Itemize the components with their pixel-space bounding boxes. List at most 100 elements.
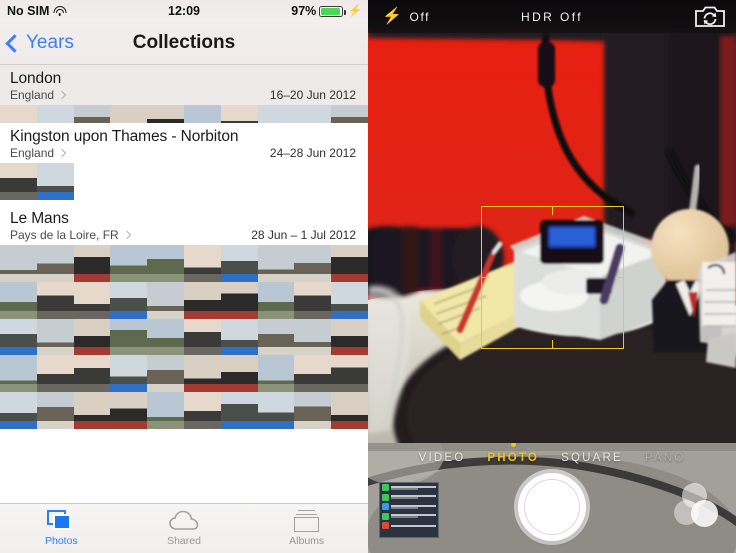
mode-photo[interactable]: PHOTO <box>487 443 540 464</box>
photo-thumbnail[interactable] <box>294 105 332 123</box>
photo-thumbnail[interactable] <box>110 281 148 319</box>
photo-thumbnail[interactable] <box>0 355 37 393</box>
photo-thumbnail[interactable] <box>0 392 37 429</box>
photo-thumbnail[interactable] <box>73 392 111 429</box>
photo-thumbnail[interactable] <box>110 318 148 356</box>
collection-subheader: England 24–28 Jun 2012 <box>10 146 358 160</box>
photo-thumbnail[interactable] <box>294 245 332 282</box>
collection-header-kingston[interactable]: Kingston upon Thames - Norbiton England … <box>0 123 368 163</box>
photo-thumbnail[interactable] <box>147 392 184 429</box>
photo-thumbnail[interactable] <box>73 318 111 356</box>
photo-thumbnail[interactable] <box>294 318 332 356</box>
capture-mode-selector[interactable]: VIDEO PHOTO SQUARE PANO <box>368 443 736 464</box>
photo-thumbnail[interactable] <box>331 318 368 356</box>
photo-thumbnail[interactable] <box>331 245 368 282</box>
photo-thumbnail[interactable] <box>331 281 368 319</box>
photo-thumbnail[interactable] <box>220 105 258 123</box>
photo-thumbnail[interactable] <box>257 281 295 319</box>
photo-thumbnail[interactable] <box>73 355 111 393</box>
photo-thumbnail[interactable] <box>110 355 148 393</box>
photo-thumbnail[interactable] <box>147 355 184 393</box>
tab-photos[interactable]: Photos <box>0 504 123 553</box>
photo-thumbnail[interactable] <box>220 318 258 356</box>
photo-thumbnail[interactable] <box>110 245 148 282</box>
hdr-toggle[interactable]: HDR Off <box>368 10 736 24</box>
page-title: Collections <box>132 32 236 53</box>
photo-thumbnail[interactable] <box>183 318 221 356</box>
photo-thumbnail[interactable] <box>220 392 258 429</box>
photo-thumbnail[interactable] <box>331 105 368 123</box>
photos-app-screen: No SIM 12:09 97% ⚡ Years Collections Lon… <box>0 0 368 553</box>
collection-location[interactable]: England <box>10 146 67 160</box>
photo-thumbnail[interactable] <box>36 392 74 429</box>
photo-thumbnail[interactable] <box>331 355 368 393</box>
mode-video[interactable]: VIDEO <box>419 452 466 464</box>
photos-stack-icon <box>47 510 75 532</box>
filters-circles-icon[interactable] <box>674 483 722 527</box>
photo-thumbnail[interactable] <box>147 318 184 356</box>
photo-thumbnail[interactable] <box>220 281 258 319</box>
collection-header-london[interactable]: London England 16–20 Jun 2012 <box>0 65 368 105</box>
photo-thumbnail[interactable] <box>36 245 74 282</box>
collection-location[interactable]: Pays de la Loire, FR <box>10 228 131 242</box>
albums-icon <box>293 510 320 532</box>
mode-photo-label: PHOTO <box>487 452 540 464</box>
photo-thumbnail[interactable] <box>73 105 111 123</box>
collections-scroll-area[interactable]: London England 16–20 Jun 2012 Kingston u… <box>0 65 368 505</box>
photo-thumbnail[interactable] <box>257 392 295 429</box>
tab-albums[interactable]: Albums <box>245 504 368 553</box>
photo-thumbnail[interactable] <box>0 163 37 200</box>
camera-app-screen: ⚡ Off HDR Off VIDEO PHOTO SQUARE PANO <box>368 0 736 553</box>
photo-thumbnail[interactable] <box>294 355 332 393</box>
collection-header-lemans[interactable]: Le Mans Pays de la Loire, FR 28 Jun – 1 … <box>0 205 368 245</box>
photo-thumbnail[interactable] <box>183 281 221 319</box>
photo-thumbnail[interactable] <box>183 245 221 282</box>
cloud-icon <box>169 510 199 532</box>
photo-thumbnail[interactable] <box>183 392 221 429</box>
photo-thumbnail[interactable] <box>110 105 148 123</box>
photo-thumbnail[interactable] <box>257 318 295 356</box>
photo-thumbnail[interactable] <box>0 281 37 319</box>
photo-thumbnail[interactable] <box>36 281 74 319</box>
photo-thumbnail[interactable] <box>220 245 258 282</box>
photo-thumbnail[interactable] <box>294 281 332 319</box>
photo-thumbnail[interactable] <box>331 392 368 429</box>
photo-thumbnail[interactable] <box>36 163 74 200</box>
photo-thumbnail[interactable] <box>183 355 221 393</box>
photo-thumbnail[interactable] <box>36 105 74 123</box>
photo-thumbnail[interactable] <box>0 318 37 356</box>
photo-thumbnail[interactable] <box>257 355 295 393</box>
photo-thumbnail[interactable] <box>0 245 37 282</box>
collection-title: Kingston upon Thames - Norbiton <box>10 128 239 145</box>
tab-shared[interactable]: Shared <box>123 504 246 553</box>
photo-thumbnail[interactable] <box>110 392 148 429</box>
photo-thumbnail[interactable] <box>73 281 111 319</box>
photo-thumbnail[interactable] <box>257 245 295 282</box>
photo-thumbnail[interactable] <box>183 105 221 123</box>
photo-thumbnail[interactable] <box>0 105 37 123</box>
photo-thumbnail[interactable] <box>147 105 184 123</box>
camera-flip-icon[interactable] <box>694 5 726 29</box>
photo-thumbnail[interactable] <box>73 245 111 282</box>
mode-square[interactable]: SQUARE <box>561 452 623 464</box>
collection-title: Le Mans <box>10 210 69 227</box>
camera-bottom-bar: VIDEO PHOTO SQUARE PANO <box>368 443 736 553</box>
photo-thumbnail[interactable] <box>220 355 258 393</box>
collection-thumbnails-london[interactable] <box>0 105 368 123</box>
collection-title: London <box>10 70 62 87</box>
collection-thumbnails-lemans[interactable] <box>0 245 368 429</box>
autofocus-box[interactable] <box>481 206 624 349</box>
shutter-button[interactable] <box>518 473 586 541</box>
collection-thumbnails-kingston[interactable] <box>0 163 368 205</box>
photo-thumbnail[interactable] <box>36 318 74 356</box>
photo-thumbnail[interactable] <box>257 105 295 123</box>
collection-location[interactable]: England <box>10 88 67 102</box>
photo-thumbnail[interactable] <box>147 281 184 319</box>
photo-thumbnail[interactable] <box>147 245 184 282</box>
photo-thumbnail[interactable] <box>294 392 332 429</box>
collection-location-label: England <box>10 88 55 102</box>
photo-thumbnail[interactable] <box>36 355 74 393</box>
battery-percent-label: 97% <box>291 4 317 18</box>
camera-roll-thumbnail[interactable] <box>379 482 439 538</box>
mode-pano[interactable]: PANO <box>645 452 686 464</box>
